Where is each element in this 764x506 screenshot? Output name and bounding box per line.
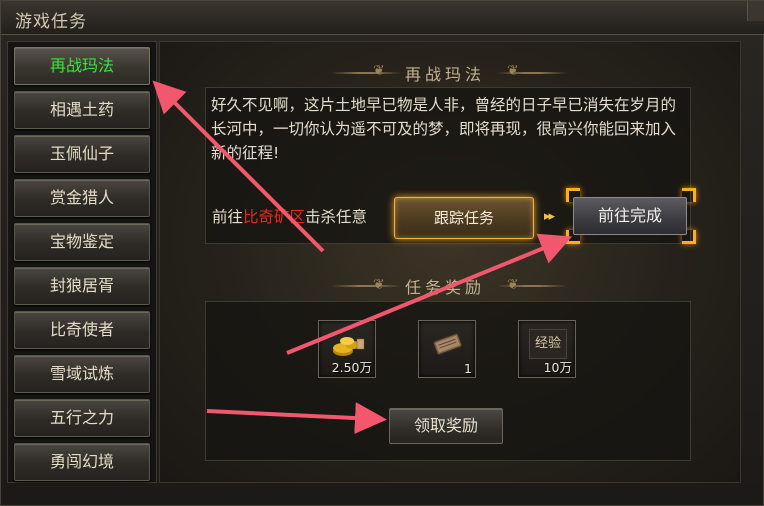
claim-reward-button[interactable]: 领取奖励 <box>389 408 503 444</box>
goal-location[interactable]: 比奇矿区 <box>243 208 305 226</box>
reward-qty: 10万 <box>543 360 572 375</box>
reward-slot-item[interactable]: 1 <box>418 320 476 378</box>
track-quest-button[interactable]: 跟踪任务 <box>394 197 534 239</box>
goal-prefix: 前往 <box>212 208 244 226</box>
reward-qty: 2.50万 <box>331 360 372 375</box>
sidebar-item-quest-5[interactable]: 宝物鉴定 <box>14 223 150 261</box>
sidebar-item-quest-4[interactable]: 赏金猎人 <box>14 179 150 217</box>
quest-description: 好久不见啊，这片土地早已物是人非，曾经的日子早已消失在岁月的长河中，一切你认为遥… <box>211 96 677 162</box>
ornament-icon: ❦ <box>507 277 519 293</box>
sidebar-item-quest-8[interactable]: 雪域试炼 <box>14 355 150 393</box>
window-title: 游戏任务 <box>15 12 87 32</box>
gold-coins-icon <box>333 337 365 356</box>
quest-title: 再战玛法 <box>405 65 486 84</box>
reward-slot-gold[interactable]: 2.50万 <box>318 320 376 378</box>
sidebar-item-quest-2[interactable]: 相遇土药 <box>14 91 150 129</box>
reward-title: 任务奖励 <box>405 278 486 297</box>
reward-qty: 1 <box>464 361 472 376</box>
quest-goal: 前往比奇矿区击杀任意 <box>212 205 367 227</box>
sidebar-item-quest-3[interactable]: 玉佩仙子 <box>14 135 150 173</box>
sidebar-item-quest-9[interactable]: 五行之力 <box>14 399 150 437</box>
quest-window: 游戏任务 再战玛法 相遇土药 玉佩仙子 赏金猎人 宝物鉴定 封狼居胥 比奇使者 … <box>0 0 764 506</box>
title-bar[interactable]: 游戏任务 <box>1 1 764 35</box>
sidebar-item-quest-7[interactable]: 比奇使者 <box>14 311 150 349</box>
reward-slot-exp[interactable]: 经验 10万 <box>518 320 576 378</box>
go-complete-button[interactable]: 前往完成 <box>573 197 687 235</box>
reward-ornament-left <box>331 285 401 287</box>
experience-icon: 经验 <box>529 329 567 359</box>
sidebar-item-quest-10[interactable]: 勇闯幻境 <box>14 443 150 481</box>
double-arrow-icon: ▸▸ <box>544 209 555 224</box>
sidebar-item-quest-6[interactable]: 封狼居胥 <box>14 267 150 305</box>
ornament-icon: ❦ <box>507 63 519 79</box>
sidebar-item-quest-1[interactable]: 再战玛法 <box>14 47 150 85</box>
scroll-book-icon <box>433 333 463 356</box>
ornament-icon: ❦ <box>373 277 385 293</box>
goal-suffix: 击杀任意 <box>305 208 368 226</box>
title-ornament-left <box>331 72 401 74</box>
ornament-icon: ❦ <box>373 63 385 79</box>
close-button[interactable] <box>747 1 764 21</box>
